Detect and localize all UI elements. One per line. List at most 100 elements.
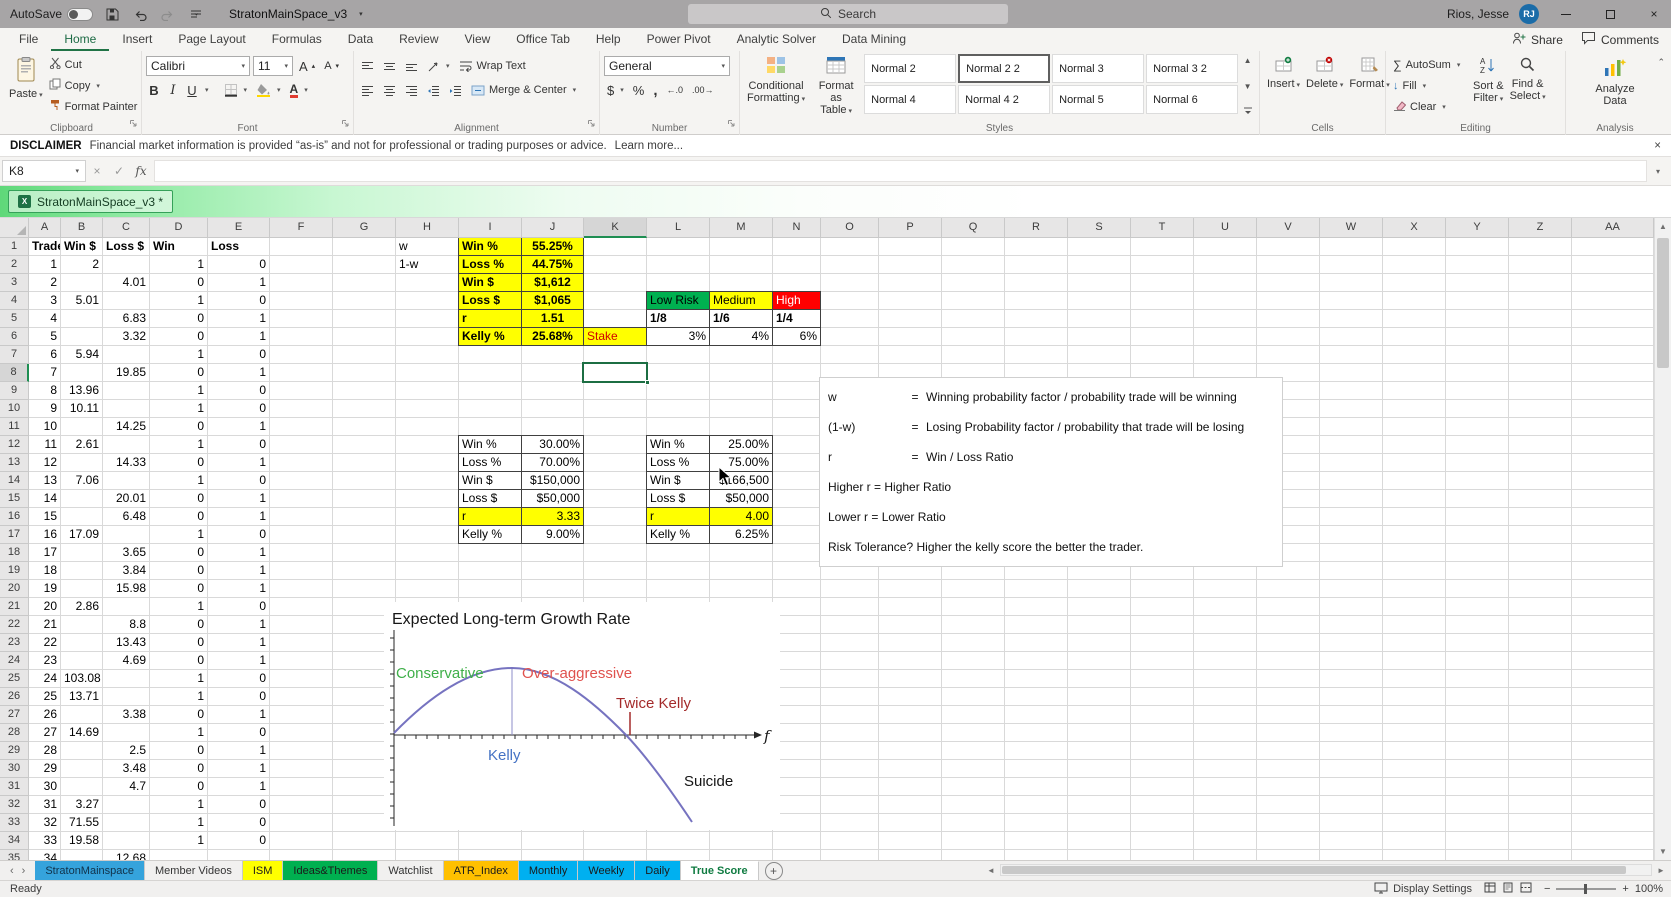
save-icon[interactable] (103, 5, 121, 23)
italic-button[interactable]: I (165, 83, 181, 98)
style-option-normal-3-2[interactable]: Normal 3 2 (1146, 54, 1238, 83)
cell-E11[interactable]: 1 (208, 418, 269, 435)
cell-B1[interactable]: Win $ (61, 238, 102, 255)
cell-D6[interactable]: 0 (150, 328, 207, 345)
formula-bar-expand-icon[interactable]: ▾ (1647, 167, 1669, 176)
cell-J17[interactable]: 9.00% (521, 525, 584, 544)
cell-A18[interactable]: 17 (29, 544, 60, 561)
zoom-slider[interactable] (1556, 888, 1616, 890)
vertical-scroll-thumb[interactable] (1657, 238, 1669, 368)
disclaimer-close-icon[interactable]: × (1654, 140, 1661, 152)
font-name-combo[interactable]: Calibri▾ (146, 56, 250, 76)
column-header-L[interactable]: L (647, 218, 710, 238)
analyze-data-button[interactable]: AnalyzeData (1570, 54, 1660, 109)
cell-B9[interactable]: 13.96 (61, 382, 102, 399)
cell-J3[interactable]: $1,612 (521, 273, 584, 292)
cell-I6[interactable]: Kelly % (458, 327, 522, 346)
cell-M5[interactable]: 1/6 (709, 309, 773, 328)
row-header-17[interactable]: 17 (0, 526, 29, 544)
page-break-view-icon[interactable] (1520, 882, 1532, 896)
cell-E21[interactable]: 0 (208, 598, 269, 615)
cell-E3[interactable]: 1 (208, 274, 269, 291)
row-header-3[interactable]: 3 (0, 274, 29, 292)
row-header-20[interactable]: 20 (0, 580, 29, 598)
cell-D14[interactable]: 1 (150, 472, 207, 489)
gallery-more-icon[interactable] (1243, 107, 1253, 118)
cell-C1[interactable]: Loss $ (103, 238, 149, 255)
row-header-10[interactable]: 10 (0, 400, 29, 418)
row-header-15[interactable]: 15 (0, 490, 29, 508)
name-box[interactable]: K8▾ (2, 160, 86, 182)
column-header-J[interactable]: J (522, 218, 584, 238)
cell-D15[interactable]: 0 (150, 490, 207, 507)
user-name[interactable]: Rios, Jesse (1447, 7, 1509, 21)
sheet-tab-member-videos[interactable]: Member Videos (145, 861, 243, 880)
cell-A14[interactable]: 13 (29, 472, 60, 489)
format-painter-button[interactable]: Format Painter (46, 96, 141, 117)
cell-D34[interactable]: 1 (150, 832, 207, 849)
cell-E26[interactable]: 0 (208, 688, 269, 705)
ribbon-tab-view[interactable]: View (452, 28, 504, 51)
cell-D13[interactable]: 0 (150, 454, 207, 471)
cell-J1[interactable]: 55.25% (521, 238, 584, 256)
clear-button[interactable]: Clear▾ (1390, 96, 1470, 117)
row-header-19[interactable]: 19 (0, 562, 29, 580)
row-header-25[interactable]: 25 (0, 670, 29, 688)
cell-A6[interactable]: 5 (29, 328, 60, 345)
fill-button[interactable]: ↓Fill▾ (1390, 75, 1470, 96)
undo-icon[interactable] (131, 5, 149, 23)
row-header-13[interactable]: 13 (0, 454, 29, 472)
close-button[interactable]: × (1637, 0, 1671, 28)
ribbon-tab-insert[interactable]: Insert (109, 28, 165, 51)
cell-E29[interactable]: 1 (208, 742, 269, 759)
cell-I4[interactable]: Loss $ (458, 291, 522, 310)
cell-C19[interactable]: 3.84 (103, 562, 149, 579)
cell-I2[interactable]: Loss % (458, 255, 522, 274)
wrap-text-button[interactable]: Wrap Text (456, 56, 529, 77)
cell-D31[interactable]: 0 (150, 778, 207, 795)
row-header-18[interactable]: 18 (0, 544, 29, 562)
cell-D30[interactable]: 0 (150, 760, 207, 777)
insert-function-icon[interactable]: fx (130, 164, 152, 178)
cell-L12[interactable]: Win % (646, 435, 710, 454)
cell-D33[interactable]: 1 (150, 814, 207, 831)
row-header-2[interactable]: 2 (0, 256, 29, 274)
collapse-ribbon-icon[interactable]: ⌃ (1657, 57, 1665, 68)
cell-D22[interactable]: 0 (150, 616, 207, 633)
cell-A17[interactable]: 16 (29, 526, 60, 543)
find-select-button[interactable]: Find &Select▾ (1507, 54, 1549, 117)
redo-icon[interactable] (159, 5, 177, 23)
column-header-Q[interactable]: Q (942, 218, 1005, 238)
column-header-B[interactable]: B (61, 218, 103, 238)
style-option-normal-4[interactable]: Normal 4 (864, 85, 956, 114)
cell-J12[interactable]: 30.00% (521, 435, 584, 454)
growth-rate-chart[interactable]: Expected Long-term Growth Rate Conservat… (384, 602, 780, 830)
conditional-formatting-button[interactable]: ConditionalFormatting▾ (744, 54, 808, 120)
cell-L16[interactable]: r (646, 507, 710, 526)
cell-B4[interactable]: 5.01 (61, 292, 102, 309)
row-header-23[interactable]: 23 (0, 634, 29, 652)
cell-J6[interactable]: 25.68% (521, 327, 584, 346)
cell-E13[interactable]: 1 (208, 454, 269, 471)
comments-button[interactable]: Comments (1581, 31, 1659, 48)
sheet-nav-right-icon[interactable]: › (22, 865, 26, 877)
cell-E8[interactable]: 1 (208, 364, 269, 381)
underline-button[interactable]: U (184, 83, 200, 98)
format-as-table-button[interactable]: Format asTable▾ (810, 54, 862, 120)
cell-D3[interactable]: 0 (150, 274, 207, 291)
cell-A7[interactable]: 6 (29, 346, 60, 363)
row-header-28[interactable]: 28 (0, 724, 29, 742)
sheet-tab-weekly[interactable]: Weekly (578, 861, 635, 880)
cell-E24[interactable]: 1 (208, 652, 269, 669)
cell-A10[interactable]: 9 (29, 400, 60, 417)
cell-C3[interactable]: 4.01 (103, 274, 149, 291)
cell-E19[interactable]: 1 (208, 562, 269, 579)
column-header-I[interactable]: I (459, 218, 522, 238)
ribbon-tab-analytic-solver[interactable]: Analytic Solver (724, 28, 829, 51)
cell-E16[interactable]: 1 (208, 508, 269, 525)
cell-D12[interactable]: 1 (150, 436, 207, 453)
cell-I14[interactable]: Win $ (458, 471, 522, 490)
row-header-14[interactable]: 14 (0, 472, 29, 490)
style-option-normal-2-2[interactable]: Normal 2 2 (958, 54, 1050, 83)
cell-A23[interactable]: 22 (29, 634, 60, 651)
